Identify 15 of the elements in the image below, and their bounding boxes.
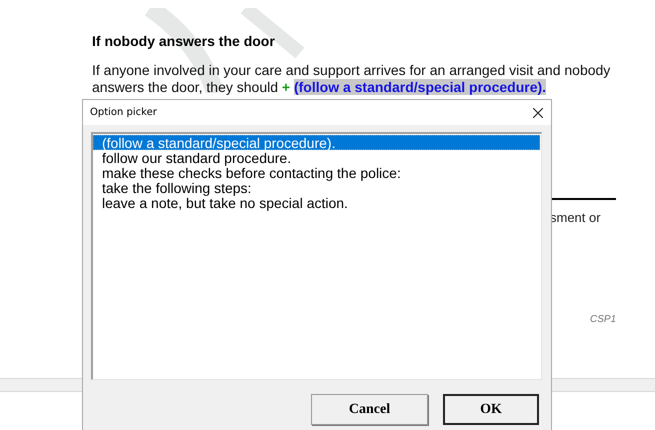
field-value[interactable]: (follow a standard/special procedure).: [294, 79, 546, 95]
option-item[interactable]: make these checks before contacting the police:: [93, 165, 541, 180]
section-heading: If nobody answers the door: [92, 32, 275, 50]
option-item[interactable]: (follow a standard/special procedure).: [93, 135, 540, 150]
paragraph: If anyone involved in your care and support arrives for an arranged visit and nobody answers the door, they should + (follow a standard/special procedure).: [92, 62, 612, 96]
window-title: Option picker: [90, 106, 157, 120]
footer-code: CSP1: [590, 313, 616, 327]
option-list[interactable]: (follow a standard/special procedure). follow our standard procedure. make these checks before contacting the police: take the following steps: leave a note, but take no special action.: [91, 132, 542, 380]
paragraph-fragment: sment or: [550, 209, 601, 227]
dialog-button[interactable]: Cancel: [311, 394, 428, 425]
option-item[interactable]: follow our standard procedure.: [93, 150, 541, 165]
close-icon[interactable]: [533, 108, 543, 118]
dialog-button[interactable]: OK: [443, 394, 539, 425]
option-item[interactable]: take the following steps:: [93, 180, 541, 195]
option-item[interactable]: leave a note, but take no special action.: [93, 195, 541, 210]
